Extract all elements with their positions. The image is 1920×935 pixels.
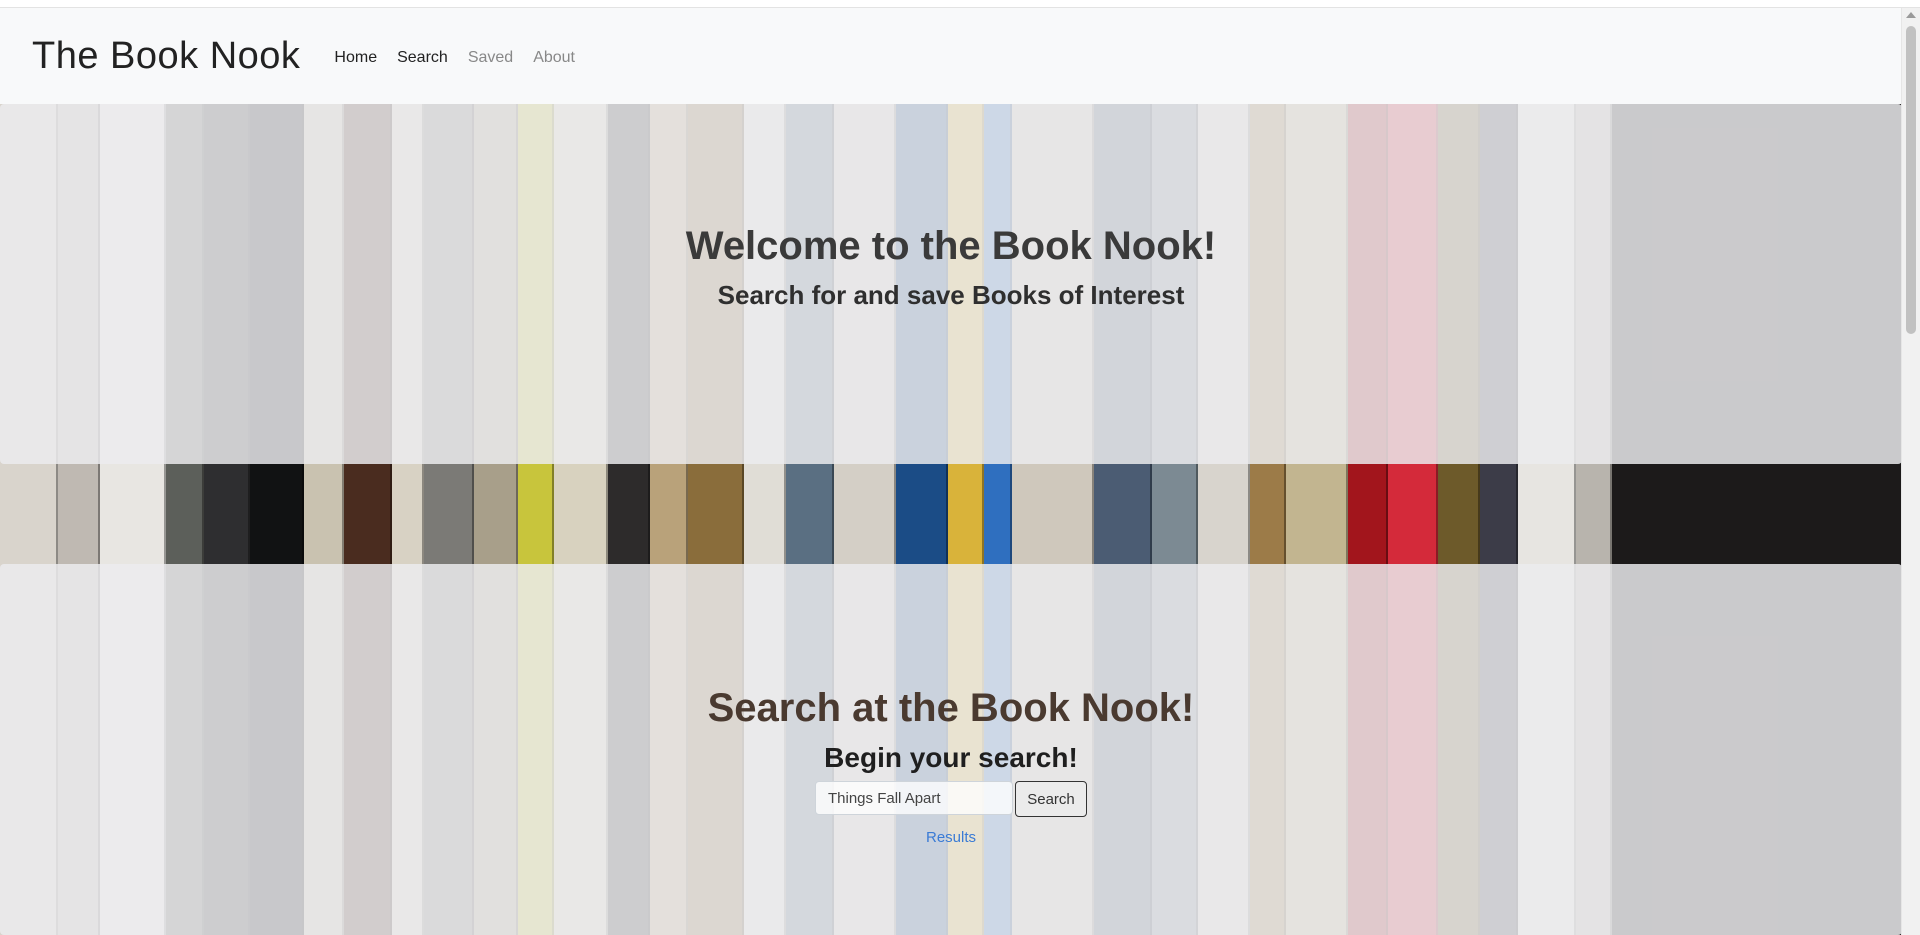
nav-link-saved[interactable]: Saved: [468, 49, 513, 67]
bookshelf-background: Welcome to the Book Nook! Search for and…: [0, 104, 1902, 935]
nav-link-search[interactable]: Search: [397, 49, 448, 67]
nav-link-home[interactable]: Home: [334, 49, 377, 67]
page: The Book Nook Home Search Saved About We…: [0, 0, 1920, 935]
search-button[interactable]: Search: [1015, 781, 1087, 817]
scroll-up-arrow-icon[interactable]: [1906, 12, 1916, 18]
brand-logo-text[interactable]: The Book Nook: [32, 35, 300, 78]
scroll-thumb[interactable]: [1906, 26, 1916, 334]
search-form: Search: [0, 781, 1902, 817]
nav-links: Home Search Saved About: [324, 49, 585, 67]
search-subtitle: Begin your search!: [824, 742, 1078, 773]
search-title: Search at the Book Nook!: [707, 686, 1195, 730]
welcome-subtitle: Search for and save Books of Interest: [717, 280, 1185, 310]
vertical-scrollbar[interactable]: [1901, 8, 1920, 935]
results-link[interactable]: Results: [0, 829, 1902, 846]
search-input[interactable]: [815, 781, 1013, 815]
nav-link-about[interactable]: About: [533, 49, 575, 67]
window-top-border: [0, 0, 1920, 8]
welcome-title: Welcome to the Book Nook!: [685, 224, 1217, 268]
navbar: The Book Nook Home Search Saved About: [0, 8, 1902, 105]
